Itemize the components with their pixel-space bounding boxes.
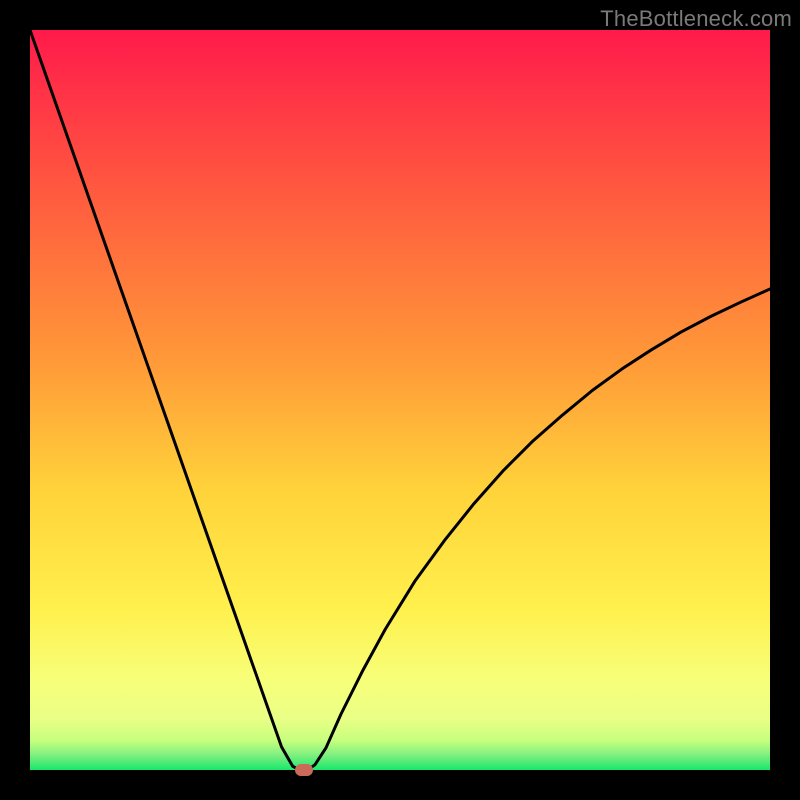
- minimum-marker: [295, 764, 313, 776]
- bottleneck-curve: [30, 30, 770, 770]
- watermark-label: TheBottleneck.com: [600, 6, 792, 32]
- chart-frame: [30, 30, 770, 770]
